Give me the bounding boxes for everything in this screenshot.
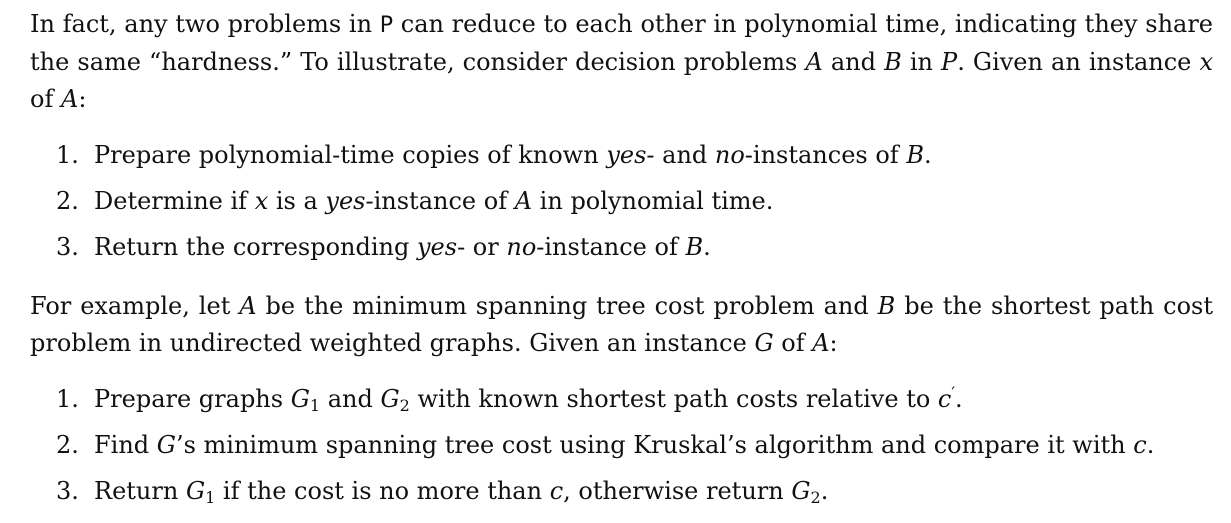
math-subscript: 1 <box>309 396 321 415</box>
text-run: Prepare polynomial-time copies of known <box>94 141 607 169</box>
text-run: of <box>30 85 61 113</box>
text-run: : <box>78 85 87 113</box>
list-item: 3. Return G1 if the cost is no more than … <box>56 468 1213 514</box>
text-run: . Given an instance <box>957 48 1200 76</box>
math-yes: yes <box>416 233 458 261</box>
text-run: in polynomial time. <box>532 187 774 215</box>
text-run: - or <box>457 233 507 261</box>
math-var-c: c <box>1133 431 1147 459</box>
paragraph-intro: In fact, any two problems in P can reduc… <box>30 6 1213 118</box>
reduction-steps-list: 1. Prepare polynomial-time copies of know… <box>30 132 1213 270</box>
math-var-g: G <box>156 431 176 459</box>
math-var-g: G <box>754 329 774 357</box>
list-item: 1. Prepare polynomial-time copies of know… <box>56 132 1213 178</box>
math-var-b: B <box>877 292 896 320</box>
math-var-b: B <box>685 233 704 261</box>
list-number: 2. <box>56 431 79 459</box>
list-number: 3. <box>56 477 79 505</box>
text-run: Determine if <box>94 187 255 215</box>
math-var-a: A <box>514 187 533 215</box>
text-run: Find <box>94 431 157 459</box>
text-run: be the minimum spanning tree cost proble… <box>256 292 878 320</box>
class-p-calligraphic: P <box>941 48 958 76</box>
text-run: and <box>822 48 885 76</box>
math-no: no <box>714 141 745 169</box>
math-no: no <box>506 233 537 261</box>
math-var-x: x <box>1199 48 1214 76</box>
math-subscript: 1 <box>205 488 216 507</box>
math-subscript: 2 <box>399 396 410 415</box>
math-yes: yes <box>606 141 647 169</box>
math-var-g2: G <box>791 477 811 505</box>
list-item: 1. Prepare graphs G1 and G2 with known sh… <box>56 376 1213 422</box>
text-run: : <box>829 329 838 357</box>
text-run: . <box>1146 431 1155 459</box>
math-var-c: c <box>937 385 952 413</box>
text-run: - and <box>646 141 715 169</box>
text-run: is a <box>268 187 326 215</box>
text-run: ’s minimum spanning tree cost using Krus… <box>175 431 1134 459</box>
text-run: . <box>703 233 711 261</box>
text-run: of <box>773 329 813 357</box>
document-page: In fact, any two problems in P can reduc… <box>0 0 1231 523</box>
math-yes: yes <box>325 187 366 215</box>
list-item: 2. Find G’s minimum spanning tree cost us… <box>56 422 1213 468</box>
list-item: 2. Determine if x is a yes-instance of A … <box>56 178 1213 224</box>
math-var-a: A <box>812 329 830 357</box>
math-var-b: B <box>884 48 902 76</box>
list-number: 3. <box>56 233 79 261</box>
list-number: 1. <box>56 385 79 413</box>
text-run: . <box>820 477 829 505</box>
math-var-a: A <box>805 48 823 76</box>
text-run: Return <box>94 477 186 505</box>
paragraph-example: For example, let A be the minimum spanni… <box>30 288 1213 362</box>
math-var-a: A <box>239 292 257 320</box>
math-subscript: 2 <box>810 488 821 507</box>
text-run: -instance of <box>365 187 515 215</box>
math-var-g1: G <box>290 385 310 413</box>
text-run: if the cost is no more than <box>215 477 550 505</box>
class-p-symbol: P <box>379 13 394 38</box>
text-run: , otherwise return <box>563 477 792 505</box>
text-run: with known shortest path costs relative … <box>409 385 938 413</box>
text-run: For example, let <box>30 292 240 320</box>
text-run: -instances of <box>744 141 907 169</box>
text-run: In fact, any two problems in <box>30 10 380 38</box>
math-var-g1: G <box>185 477 206 505</box>
math-var-x: x <box>254 187 269 215</box>
math-var-g2: G <box>380 385 400 413</box>
text-run: -instance of <box>536 233 686 261</box>
text-run: . <box>955 385 963 413</box>
text-run: . <box>923 141 932 169</box>
text-run: in <box>901 48 942 76</box>
list-number: 2. <box>56 187 79 215</box>
text-run: and <box>320 385 381 413</box>
math-var-b: B <box>906 141 924 169</box>
text-run: Return the corresponding <box>94 233 417 261</box>
example-steps-list: 1. Prepare graphs G1 and G2 with known sh… <box>30 376 1213 514</box>
math-var-c: c <box>549 477 564 505</box>
text-run: Prepare graphs <box>94 385 291 413</box>
list-number: 1. <box>56 141 79 169</box>
math-var-a: A <box>60 85 79 113</box>
list-item: 3. Return the corresponding yes- or no-in… <box>56 224 1213 270</box>
